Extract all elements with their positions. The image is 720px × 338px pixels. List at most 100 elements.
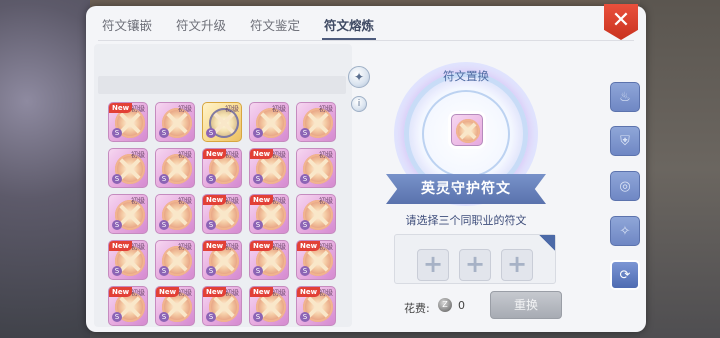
rune-slot[interactable]: 初级 S (296, 148, 336, 188)
rune-class-mark: S (253, 174, 263, 184)
side-tab-shield[interactable]: ⛨ (610, 126, 640, 156)
rune-class-mark: S (300, 174, 310, 184)
rune-grade-label: 初级 (319, 197, 333, 205)
rune-class-mark: S (112, 266, 122, 276)
rune-grade-label: 初级 (319, 151, 333, 159)
rune-slot[interactable]: 初级 S New (108, 240, 148, 280)
rune-grade-label: 初级 (225, 197, 239, 205)
rune-slot[interactable]: 初级 S (155, 102, 195, 142)
new-badge: New (203, 149, 227, 159)
rune-slot[interactable]: 初级 S New (249, 148, 289, 188)
rune-grade-label: 初级 (178, 151, 192, 159)
tab-bar: 符文镶嵌 符文升级 符文鉴定 符文熔炼 (86, 6, 646, 40)
rune-inventory-panel[interactable]: 初级 S New 初级 S 初级 S 初级 S 初级 S 初级 S 初级 S 初级 S New 初级 S New 初级 S 初… (94, 44, 352, 327)
rune-window: 符文镶嵌 符文升级 符文鉴定 符文熔炼 初级 S New 初级 S 初级 S 初级 S 初级 S 初级… (86, 6, 646, 332)
rune-grade-label: 初级 (272, 151, 286, 159)
new-badge: New (250, 241, 274, 251)
rune-class-mark: S (300, 128, 310, 138)
rune-name: 英灵守护符文 (421, 181, 511, 197)
rune-class-mark: S (159, 312, 169, 322)
new-badge: New (297, 287, 321, 297)
side-tab-emblem[interactable]: ◎ (610, 171, 640, 201)
new-badge: New (109, 241, 133, 251)
rune-slot[interactable]: 初级 S (155, 194, 195, 234)
new-badge: New (203, 241, 227, 251)
rune-slot[interactable]: 初级 S New (155, 286, 195, 326)
rune-slot[interactable]: 初级 S New (249, 240, 289, 280)
rune-grade-label: 初级 (131, 197, 145, 205)
tab-rune-smelt[interactable]: 符文熔炼 (322, 15, 377, 40)
close-x-icon: ✕ (611, 8, 631, 33)
rune-slot[interactable]: 初级 S New (108, 286, 148, 326)
tab-rune-inlay[interactable]: 符文镶嵌 (102, 15, 152, 40)
side-tab-flame[interactable]: ♨ (610, 82, 640, 112)
wrench-icon[interactable]: ✦ (348, 66, 370, 88)
rune-class-mark: S (159, 128, 169, 138)
coin-icon: Z (438, 298, 452, 312)
side-tab-rune-cycle[interactable]: ⟳ (610, 260, 640, 290)
rune-class-mark: S (112, 312, 122, 322)
rune-grade-label: 初级 (131, 151, 145, 159)
rune-grade-label: 初级 (225, 243, 239, 251)
material-slot-1[interactable]: + (417, 249, 449, 281)
new-badge: New (250, 149, 274, 159)
rune-class-mark: S (300, 312, 310, 322)
compass-icon: ✧ (619, 223, 631, 239)
rune-grade-label: 初级 (272, 289, 286, 297)
rune-class-mark: S (253, 128, 263, 138)
rune-slot[interactable]: 初级 S New (202, 240, 242, 280)
rune-grade-label: 初级 (178, 197, 192, 205)
rune-slot[interactable]: 初级 S New (108, 102, 148, 142)
selected-rune-icon[interactable] (451, 114, 483, 146)
rune-slot[interactable]: 初级 S New (296, 286, 336, 326)
tab-rune-upgrade[interactable]: 符文升级 (176, 15, 226, 40)
reset-button[interactable]: 重换 (490, 291, 562, 319)
rune-slot[interactable]: 初级 S New (249, 194, 289, 234)
rune-grid: 初级 S New 初级 S 初级 S 初级 S 初级 S 初级 S 初级 S 初级 S New 初级 S New 初级 S 初… (108, 102, 336, 326)
new-badge: New (109, 287, 133, 297)
emblem-icon: ◎ (619, 178, 631, 194)
material-slot-3[interactable]: + (501, 249, 533, 281)
new-badge: New (203, 287, 227, 297)
rune-class-mark: S (112, 220, 122, 230)
rune-class-mark: S (253, 220, 263, 230)
rune-slot[interactable]: 初级 S (155, 240, 195, 280)
rune-grade-label: 初级 (131, 289, 145, 297)
new-badge: New (297, 241, 321, 251)
cost-label: 花费: (404, 302, 430, 315)
rune-slot[interactable]: 初级 S New (202, 286, 242, 326)
rune-grade-label: 初级 (272, 105, 286, 113)
rune-class-mark: S (206, 128, 216, 138)
replace-title: 符文置换 (443, 69, 489, 83)
material-slot-2[interactable]: + (459, 249, 491, 281)
rune-slot[interactable]: 初级 S (249, 102, 289, 142)
rune-slot[interactable]: 初级 S (202, 102, 242, 142)
rune-slot[interactable]: 初级 S (108, 148, 148, 188)
tab-rune-identify[interactable]: 符文鉴定 (250, 15, 300, 40)
rune-class-mark: S (206, 266, 216, 276)
rune-slot[interactable]: 初级 S New (202, 194, 242, 234)
selection-hint: 请选择三个同职业的符文 (405, 214, 527, 227)
rune-grade-label: 初级 (319, 289, 333, 297)
rune-slot[interactable]: 初级 S New (296, 240, 336, 280)
rune-class-mark: S (159, 266, 169, 276)
info-icon[interactable]: i (351, 96, 367, 112)
rune-class-mark: S (206, 312, 216, 322)
rune-slot[interactable]: 初级 S (155, 148, 195, 188)
rune-slot[interactable]: 初级 S New (249, 286, 289, 326)
rune-grade-label: 初级 (178, 105, 192, 113)
rune-slot[interactable]: 初级 S (296, 194, 336, 234)
rune-slot[interactable]: 初级 S (296, 102, 336, 142)
rune-slot[interactable]: 初级 S (108, 194, 148, 234)
new-badge: New (109, 103, 133, 113)
rune-class-mark: S (300, 220, 310, 230)
side-tab-compass[interactable]: ✧ (610, 216, 640, 246)
material-slot-box: + + + (394, 234, 556, 284)
rune-grade-label: 初级 (178, 289, 192, 297)
new-badge: New (156, 287, 180, 297)
rune-grade-label: 初级 (319, 105, 333, 113)
flame-icon: ♨ (619, 89, 631, 105)
rune-grade-label: 初级 (319, 243, 333, 251)
rune-class-mark: S (112, 174, 122, 184)
rune-slot[interactable]: 初级 S New (202, 148, 242, 188)
